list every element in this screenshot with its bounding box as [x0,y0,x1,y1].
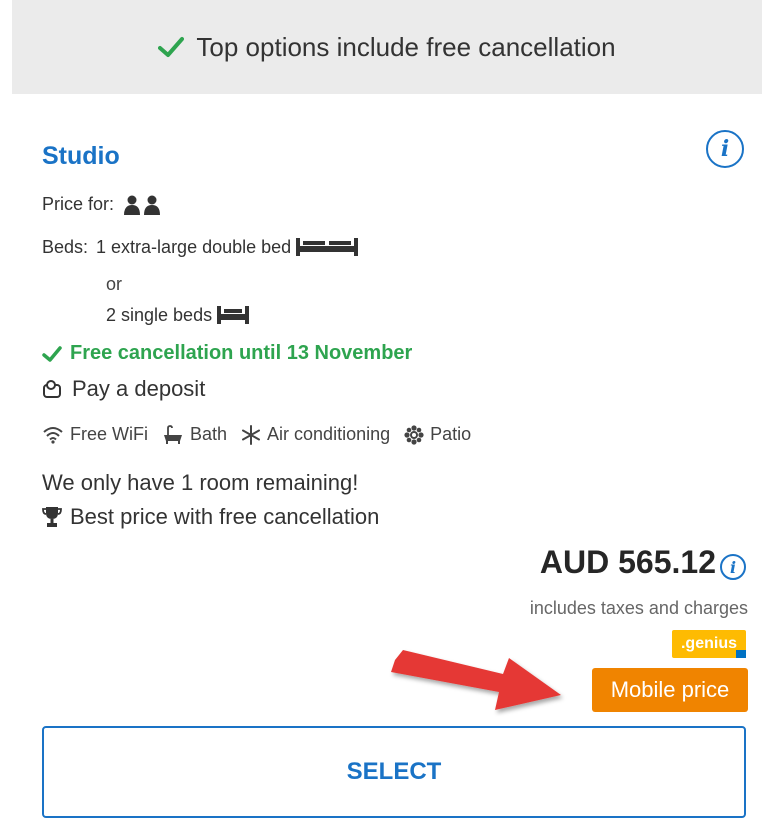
taxes-note: includes taxes and charges [529,598,748,618]
person-icon [122,195,162,215]
amenity-wifi: Free WiFi [42,424,148,445]
trophy-icon [42,506,62,528]
price-info-icon[interactable]: i [720,554,746,580]
bath-icon [162,424,184,445]
mobile-price-badge: Mobile price [592,668,748,712]
price-for-label: Price for: [42,194,115,214]
amenity-bath: Bath [162,424,227,445]
checkmark-icon [42,345,62,363]
beds-label: Beds: [42,236,89,257]
amenities-row: Free WiFi Bath Air conditioning Patio [42,424,485,445]
free-cancellation-banner: Top options include free cancellation [12,0,762,94]
select-button[interactable]: SELECT [42,726,746,818]
room-title[interactable]: Studio [42,142,120,171]
amenity-label: Bath [190,424,228,444]
deposit-row: Pay a deposit [42,376,205,402]
single-bed-icon [216,304,250,326]
banner-text: Top options include free cancellation [196,31,616,62]
rooms-remaining-text: We only have 1 room remaining! [42,470,359,495]
amenity-label: Free WiFi [70,424,148,444]
genius-badge: .genius [672,630,746,658]
checkmark-icon [158,36,185,58]
wifi-icon [42,426,64,444]
price-for-row: Price for: [42,194,162,215]
bed-option-2: 2 single beds [106,304,213,325]
double-bed-icon [295,236,359,258]
deposit-text: Pay a deposit [72,376,206,401]
arrow-annotation [391,650,561,710]
amenity-patio: Patio [404,424,471,445]
amenity-air-conditioning: Air conditioning [241,424,390,445]
beds-row: Beds: 1 extra-large double bed [42,236,359,258]
best-price-text: Best price with free cancellation [70,504,380,529]
single-beds-row: 2 single beds [106,304,250,326]
genius-badge-corner [736,650,746,658]
snowflake-icon [241,424,261,445]
patio-icon [404,424,424,445]
amenity-label: Patio [430,424,472,444]
free-cancellation-row: Free cancellation until 13 November [42,342,412,365]
bed-option-1: 1 extra-large double bed [96,236,292,257]
deposit-icon [42,379,62,399]
best-price-row: Best price with free cancellation [42,504,379,530]
or-text: or [106,274,123,294]
price-amount: AUD 565.12 [539,544,716,580]
free-cancellation-text: Free cancellation until 13 November [70,342,413,364]
amenity-label: Air conditioning [267,424,391,444]
info-icon[interactable]: i [706,130,744,168]
